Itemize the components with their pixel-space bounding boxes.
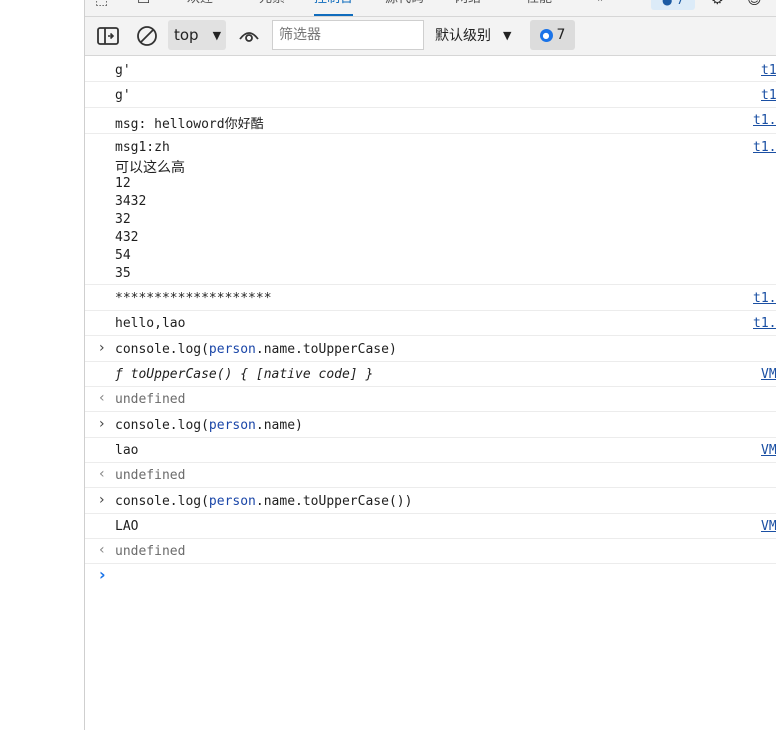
console-input-echo: › console.log(person.name) xyxy=(85,412,776,438)
message-text: lao xyxy=(115,443,139,458)
tab-welcome[interactable]: 欢迎 xyxy=(187,0,213,16)
chevron-left-icon: ‹ xyxy=(99,390,105,406)
log-levels-label: 默认级别 xyxy=(435,28,491,44)
settings-gear-icon[interactable]: ⚙ xyxy=(711,0,724,8)
command-text: .name.toUpperCase()) xyxy=(255,494,413,509)
console-prompt[interactable]: › xyxy=(99,565,106,584)
issues-badge-count: 7 xyxy=(676,0,684,7)
more-tabs-button[interactable]: » xyxy=(597,0,605,16)
issues-button[interactable]: ● 7 xyxy=(530,20,575,50)
sidebar-toggle-button[interactable] xyxy=(93,21,123,51)
tab-network[interactable]: 网络 xyxy=(455,0,481,16)
source-link[interactable]: t1 xyxy=(761,63,776,78)
return-text: undefined xyxy=(115,544,186,559)
device-emulation-icon[interactable]: ▭ xyxy=(137,0,150,8)
message-line: 54 xyxy=(115,248,131,263)
message-icon: ● xyxy=(539,28,553,42)
source-link[interactable]: t1. xyxy=(753,316,776,331)
log-levels-dropdown[interactable]: 默认级别 ▼ xyxy=(435,20,511,50)
return-value: ‹ undefined xyxy=(85,387,776,412)
return-value: ‹ undefined xyxy=(85,463,776,488)
message-line: 35 xyxy=(115,266,131,281)
command-text: console.log( xyxy=(115,494,209,509)
message-text: LAO xyxy=(115,519,139,534)
context-label: top xyxy=(174,26,199,44)
live-expression-button[interactable] xyxy=(234,21,264,51)
devtools-panel: ⬚ ▭ 欢迎 元素 控制台 源代码 网络 性能 » ● 7 ⚙ ☺ top ▼ xyxy=(85,0,776,730)
message-text: g' xyxy=(115,63,131,78)
message-text: g' xyxy=(115,88,131,103)
message-line: 432 xyxy=(115,230,139,245)
input-command[interactable]: console.log(person.name.toUpperCase) xyxy=(115,342,397,357)
issues-count: 7 xyxy=(556,27,566,43)
log-output: lao VM xyxy=(85,438,776,463)
log-output: LAO VM xyxy=(85,514,776,539)
return-text: undefined xyxy=(115,468,186,483)
message-text: msg: helloword你好酷 xyxy=(115,117,264,132)
page-area xyxy=(0,0,85,730)
chevron-right-icon: › xyxy=(99,492,105,508)
command-variable: person xyxy=(208,494,256,509)
source-link[interactable]: VM xyxy=(761,367,776,382)
message-line: 32 xyxy=(115,212,131,227)
message-line: 3432 xyxy=(115,194,147,209)
console-input-echo: › console.log(person.name.toUpperCase()) xyxy=(85,488,776,514)
log-message: msg: helloword你好酷 t1. xyxy=(85,108,776,134)
clear-icon xyxy=(137,26,157,46)
tab-performance[interactable]: 性能 xyxy=(526,0,552,16)
tab-elements[interactable]: 元素 xyxy=(259,0,285,16)
message-text: ƒ toUpperCase() { [native code] } xyxy=(115,367,374,382)
command-text: .name.toUpperCase) xyxy=(255,342,397,357)
tab-console[interactable]: 控制台 xyxy=(314,0,354,16)
dropdown-arrow-icon: ▼ xyxy=(503,28,512,42)
source-link[interactable]: t1. xyxy=(753,113,776,128)
log-message: ******************** t1. xyxy=(85,285,776,311)
command-variable: person xyxy=(208,342,256,357)
log-message: g' t1 xyxy=(85,56,776,82)
console-input-echo: › console.log(person.name.toUpperCase) xyxy=(85,336,776,362)
return-text: undefined xyxy=(115,392,186,407)
command-text: console.log( xyxy=(115,342,209,357)
input-command[interactable]: console.log(person.name) xyxy=(115,418,303,433)
tab-sources[interactable]: 源代码 xyxy=(385,0,424,16)
source-link[interactable]: t1. xyxy=(753,140,776,155)
log-message: hello,lao t1. xyxy=(85,311,776,336)
sidebar-toggle-icon xyxy=(97,27,119,45)
message-icon: ● xyxy=(662,0,673,7)
command-text: console.log( xyxy=(115,418,209,433)
inspect-element-icon[interactable]: ⬚ xyxy=(95,0,108,8)
input-command[interactable]: console.log(person.name.toUpperCase()) xyxy=(115,494,412,509)
command-variable: person xyxy=(208,418,256,433)
return-value: ‹ undefined xyxy=(85,539,776,564)
log-message-multiline: msg1:zh 可以这么高 12 3432 32 432 54 35 t1. xyxy=(85,134,776,285)
command-text: .name) xyxy=(255,418,303,433)
issues-badge[interactable]: ● 7 xyxy=(651,0,695,10)
dropdown-arrow-icon: ▼ xyxy=(212,28,222,42)
message-line: 12 xyxy=(115,176,131,191)
chevron-left-icon: ‹ xyxy=(99,542,105,558)
console-toolbar: top ▼ 默认级别 ▼ ● 7 xyxy=(85,17,776,56)
message-text: hello,lao xyxy=(115,316,186,331)
clear-console-button[interactable] xyxy=(132,21,162,51)
source-link[interactable]: t1 xyxy=(761,88,776,103)
chevron-left-icon: ‹ xyxy=(99,466,105,482)
context-selector[interactable]: top ▼ xyxy=(168,20,226,50)
devtools-tab-bar: ⬚ ▭ 欢迎 元素 控制台 源代码 网络 性能 » ● 7 ⚙ ☺ xyxy=(85,0,776,17)
message-text: ******************** xyxy=(115,291,272,306)
chevron-right-icon: › xyxy=(99,416,105,432)
message-line: msg1:zh xyxy=(115,140,170,155)
filter-input[interactable] xyxy=(272,20,424,50)
eye-icon xyxy=(239,32,259,42)
console-messages: g' t1 g' t1 msg: helloword你好酷 t1. msg1:z… xyxy=(85,56,776,584)
source-link[interactable]: VM xyxy=(761,519,776,534)
source-link[interactable]: VM xyxy=(761,443,776,458)
chevron-right-icon: › xyxy=(99,340,105,356)
log-output: ƒ toUpperCase() { [native code] } VM xyxy=(85,362,776,387)
log-message: g' t1 xyxy=(85,82,776,108)
profile-icon[interactable]: ☺ xyxy=(747,0,762,8)
message-line: 可以这么高 xyxy=(115,160,185,176)
source-link[interactable]: t1. xyxy=(753,291,776,306)
